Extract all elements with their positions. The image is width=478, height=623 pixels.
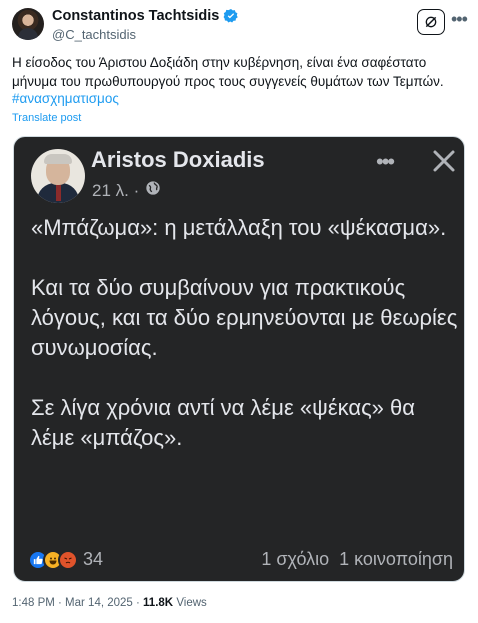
facebook-post-body: «Μπάζωμα»: η μετάλλαξη του «ψέκασμα». Κα…: [31, 213, 461, 483]
author-avatar[interactable]: [12, 8, 44, 40]
views-count: 11.8K: [143, 597, 174, 609]
tweet: Constantinos Tachtsidis @C_tachtsidis ••…: [0, 0, 478, 623]
close-icon: [429, 146, 459, 176]
grok-icon[interactable]: [417, 9, 445, 35]
tweet-date[interactable]: 1:48 PM · Mar 14, 2025 ·: [12, 597, 143, 609]
embedded-image[interactable]: Aristos Doxiadis 21 λ. · ••• «Μπάζωμα»: …: [13, 136, 465, 582]
tweet-text: Η είσοδος του Άριστου Δοξιάδη στην κυβέρ…: [12, 55, 444, 89]
translate-post-link[interactable]: Translate post: [12, 112, 81, 124]
facebook-paragraph: Σε λίγα χρόνια αντί να λέμε «ψέκας» θα λ…: [31, 395, 415, 450]
facebook-post-stats: 1 σχόλιο 1 κοινοποίηση: [261, 549, 453, 570]
facebook-post-meta: 21 λ. ·: [92, 180, 161, 201]
facebook-paragraph: «Μπάζωμα»: η μετάλλαξη του «ψέκασμα».: [31, 215, 447, 240]
comments-count: 1 σχόλιο: [261, 549, 330, 569]
shares-count: 1 κοινοποίηση: [339, 549, 453, 569]
author-name[interactable]: Constantinos Tachtsidis: [52, 8, 239, 24]
facebook-more-icon: •••: [376, 149, 395, 174]
more-horizontal-icon[interactable]: •••: [451, 10, 468, 28]
facebook-author-name: Aristos Doxiadis: [91, 147, 265, 172]
reactions-summary: 34: [28, 549, 103, 570]
tweet-timestamp[interactable]: 1:48 PM · Mar 14, 2025 · 11.8K Views: [12, 597, 207, 609]
facebook-paragraph: Και τα δύο συμβαίνουν για πρακτικούς λόγ…: [31, 275, 458, 360]
reaction-count: 34: [83, 549, 104, 569]
verified-badge-icon: [223, 8, 239, 24]
author-name-text[interactable]: Constantinos Tachtsidis: [52, 8, 219, 24]
hashtag-link[interactable]: #ανασχηματισμος: [12, 91, 119, 106]
globe-icon: [145, 180, 161, 201]
views-label: Views: [176, 597, 207, 609]
angry-reaction-icon: [58, 549, 78, 570]
author-handle[interactable]: @C_tachtsidis: [52, 27, 136, 42]
facebook-time-ago: 21 λ. ·: [92, 180, 140, 200]
facebook-author-avatar: [31, 149, 85, 203]
